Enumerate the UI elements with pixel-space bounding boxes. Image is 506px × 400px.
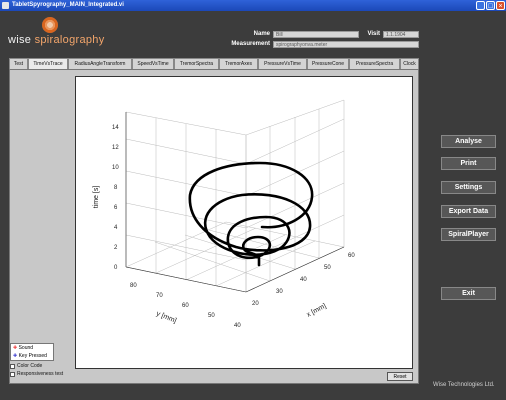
tab-pressurecone[interactable]: PressureCone [307,58,349,69]
z-tick-14: 14 [112,125,119,131]
settings-button[interactable]: Settings [441,181,496,194]
print-button[interactable]: Print [441,157,496,170]
x-tick-20: 20 [252,301,259,307]
logo-icon [42,17,58,33]
y-tick-70: 70 [156,293,163,299]
name-field[interactable]: Bill [273,31,359,38]
logo: wise spiralography [8,34,105,46]
z-tick-4: 4 [114,225,118,231]
z-axis-label: time [s] [93,186,100,209]
z-tick-0: 0 [114,265,118,271]
z-tick-10: 10 [112,165,119,171]
tab-clock[interactable]: Clock [400,58,419,69]
z-tick-12: 12 [112,145,119,151]
tab-radiusangletransform[interactable]: RadiusAngleTransform [68,58,132,69]
measurement-field[interactable]: spirographyonva.meter [273,41,419,48]
z-tick-8: 8 [114,185,118,191]
x-tick-60: 60 [348,253,355,259]
tab-speedvstime[interactable]: SpeedVsTime [132,58,174,69]
legend: ✚ Sound ✚ Key Pressed [10,343,54,361]
y-tick-60: 60 [182,303,189,309]
company-credit: Wise Technologies Ltd. [433,382,495,388]
chart-3d: 0 2 4 6 8 10 12 14 time [s] 80 70 60 50 … [93,99,355,329]
key-marker-icon: ✚ [13,353,18,359]
responsiveness-test-label: Responsiveness test [17,371,64,377]
minimize-icon[interactable]: _ [476,1,485,10]
measurement-label: Measurement [231,41,270,47]
legend-item-sound: ✚ Sound [13,345,34,351]
y-tick-40: 40 [234,323,241,329]
x-tick-50: 50 [324,265,331,271]
responsiveness-test-checkbox[interactable] [10,372,15,377]
plot-area[interactable]: 0 2 4 6 8 10 12 14 time [s] 80 70 60 50 … [75,76,413,369]
exit-button[interactable]: Exit [441,287,496,300]
tab-pressurevstime[interactable]: PressureVsTime [258,58,307,69]
color-code-label: Color Code [17,363,43,369]
window-title: TabletSpyrography_MAIN_Integrated.vi [12,2,124,8]
x-tick-30: 30 [276,289,283,295]
x-tick-40: 40 [300,277,307,283]
x-axis-label: x [mm] [306,303,328,319]
visit-label: Visit [367,31,380,37]
z-tick-2: 2 [114,245,118,251]
app-icon [2,2,9,9]
legend-item-key-pressed: ✚ Key Pressed [13,353,47,359]
logo-word-wise: wise [8,34,32,46]
tab-test[interactable]: Test [9,58,28,69]
maximize-icon[interactable]: □ [486,1,495,10]
close-icon[interactable]: × [496,1,505,10]
analyse-button[interactable]: Analyse [441,135,496,148]
tab-pressurespectra[interactable]: PressureSpectra [349,58,400,69]
visit-field[interactable]: 1.1.1904 [383,31,419,38]
tab-timevstrace[interactable]: TimeVsTrace [28,58,68,69]
y-axis-label: y [mm] [155,310,177,324]
color-code-checkbox[interactable] [10,364,15,369]
reset-button[interactable]: Reset [387,372,413,381]
export-data-button[interactable]: Export Data [441,205,496,218]
y-tick-80: 80 [130,283,137,289]
name-label: Name [253,31,270,37]
title-bar: TabletSpyrography_MAIN_Integrated.vi _ □… [0,0,506,11]
logo-word-spiralography: spiralography [34,34,105,46]
y-tick-50: 50 [208,313,215,319]
tab-tremorspectra[interactable]: TremorSpectra [174,58,219,69]
sound-marker-icon: ✚ [13,345,18,351]
spiralplayer-button[interactable]: SpiralPlayer [441,228,496,241]
floor-grid [125,221,345,293]
z-tick-6: 6 [114,205,118,211]
tab-tremoraxes[interactable]: TremorAxes [219,58,258,69]
